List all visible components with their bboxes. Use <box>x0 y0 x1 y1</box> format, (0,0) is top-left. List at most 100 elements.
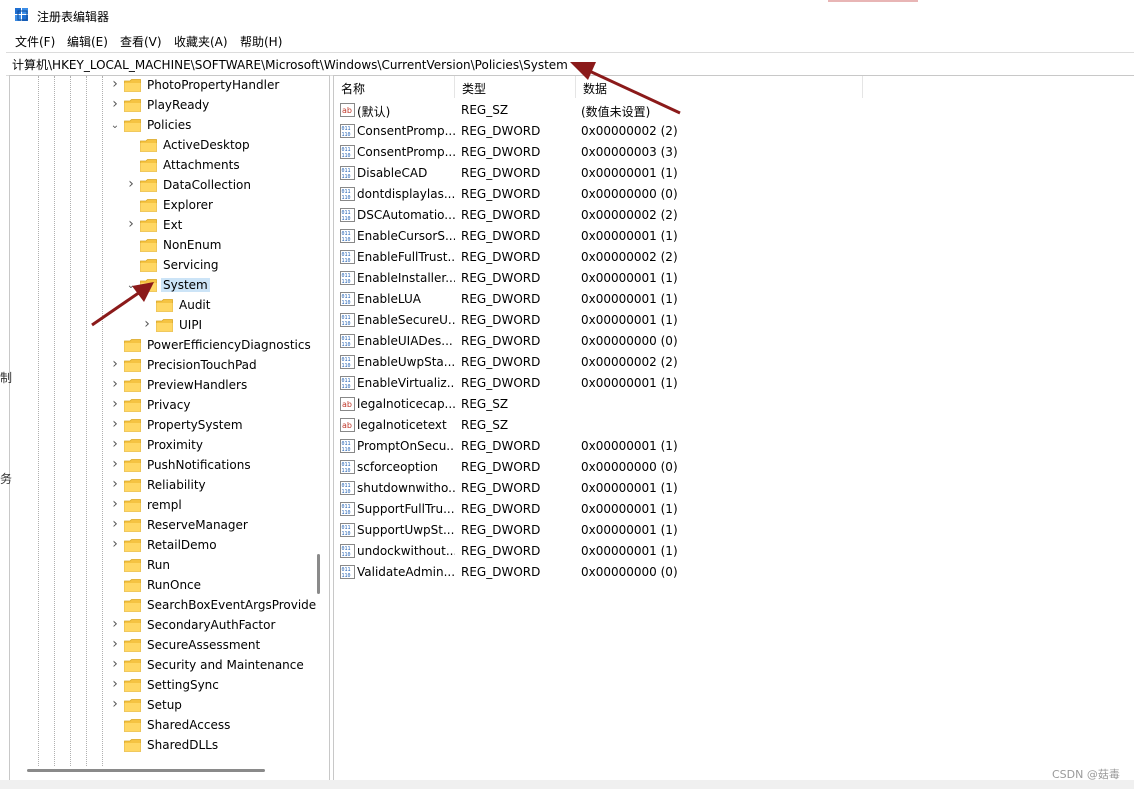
chevron-right-icon[interactable]: › <box>110 537 120 551</box>
chevron-right-icon[interactable]: › <box>142 317 152 331</box>
tree-key[interactable]: PowerEfficiencyDiagnostics <box>110 336 320 356</box>
value-row[interactable]: 011 110 EnableLUA REG_DWORD 0x00000001 (1) <box>334 289 1034 310</box>
chevron-right-icon[interactable]: › <box>110 97 120 111</box>
key-tree-pane[interactable]: › PhotoPropertyHandler › PlayReady ⌄ Policies… <box>9 75 330 782</box>
tree-horizontal-scrollbar[interactable] <box>27 769 265 772</box>
value-data: 0x00000002 (2) <box>581 355 678 369</box>
value-row[interactable]: 011 110 ConsentPromp... REG_DWORD 0x00000003… <box>334 142 1034 163</box>
value-row[interactable]: 011 110 shutdownwitho... REG_DWORD 0x0000000… <box>334 478 1034 499</box>
tree-key[interactable]: › ReserveManager <box>110 516 320 536</box>
chevron-right-icon[interactable]: › <box>126 177 136 191</box>
value-row[interactable]: 011 110 EnableSecureU... REG_DWORD 0x0000000… <box>334 310 1034 331</box>
menu-favorites[interactable]: 收藏夹(A) <box>174 33 228 50</box>
chevron-right-icon[interactable]: › <box>110 637 120 651</box>
chevron-right-icon[interactable]: › <box>126 217 136 231</box>
tree-key[interactable]: › RetailDemo <box>110 536 320 556</box>
tree-key[interactable]: › PlayReady <box>110 96 320 116</box>
value-row[interactable]: 011 110 dontdisplaylas... REG_DWORD 0x000000… <box>334 184 1034 205</box>
tree-key[interactable]: › SecondaryAuthFactor <box>110 616 320 636</box>
column-header-data[interactable]: 数据 <box>576 76 863 98</box>
value-row[interactable]: ab (默认) REG_SZ (数值未设置) <box>334 100 1034 121</box>
chevron-right-icon[interactable]: › <box>110 517 120 531</box>
tree-key[interactable]: NonEnum <box>126 236 320 256</box>
tree-key[interactable]: › Privacy <box>110 396 320 416</box>
tree-key[interactable]: Run <box>110 556 320 576</box>
value-row[interactable]: 011 110 PromptOnSecu... REG_DWORD 0x00000001… <box>334 436 1034 457</box>
value-row[interactable]: 011 110 EnableVirtualiz... REG_DWORD 0x00000… <box>334 373 1034 394</box>
tree-key[interactable]: › rempl <box>110 496 320 516</box>
value-row[interactable]: 011 110 SupportUwpSt... REG_DWORD 0x00000001… <box>334 520 1034 541</box>
tree-key[interactable]: SearchBoxEventArgsProvide <box>110 596 320 616</box>
tree-key[interactable]: SharedDLLs <box>110 736 320 756</box>
chevron-right-icon[interactable]: › <box>110 697 120 711</box>
chevron-right-icon[interactable]: › <box>110 77 120 91</box>
tree-key[interactable]: Servicing <box>126 256 320 276</box>
value-row[interactable]: 011 110 SupportFullTru... REG_DWORD 0x000000… <box>334 499 1034 520</box>
tree-key[interactable]: Attachments <box>126 156 320 176</box>
tree-vertical-scrollbar[interactable] <box>317 554 320 594</box>
tree-key-label: RetailDemo <box>147 538 217 552</box>
value-list-pane[interactable]: 名称 类型 数据 ab (默认) REG_SZ (数值未设置) 011 110 Consen… <box>333 75 1134 781</box>
folder-icon <box>124 379 141 392</box>
registry-editor-app-icon <box>15 8 28 21</box>
chevron-right-icon[interactable]: › <box>110 677 120 691</box>
tree-key[interactable]: › PhotoPropertyHandler <box>110 76 320 96</box>
column-header-name[interactable]: 名称 <box>334 76 455 98</box>
chevron-right-icon[interactable]: › <box>110 437 120 451</box>
value-row[interactable]: 011 110 ValidateAdmin... REG_DWORD 0x0000000… <box>334 562 1034 583</box>
tree-key[interactable]: RunOnce <box>110 576 320 596</box>
address-path[interactable]: 计算机\HKEY_LOCAL_MACHINE\SOFTWARE\Microsof… <box>12 56 568 73</box>
tree-key[interactable]: › PropertySystem <box>110 416 320 436</box>
chevron-right-icon[interactable]: › <box>110 397 120 411</box>
menu-file[interactable]: 文件(F) <box>15 33 55 50</box>
chevron-right-icon[interactable]: › <box>110 357 120 371</box>
chevron-down-icon[interactable]: ⌄ <box>110 120 120 132</box>
chevron-down-icon[interactable]: ⌄ <box>126 280 136 292</box>
value-row[interactable]: 011 110 ConsentPromp... REG_DWORD 0x00000002… <box>334 121 1034 142</box>
chevron-right-icon[interactable]: › <box>110 377 120 391</box>
tree-key[interactable]: › SecureAssessment <box>110 636 320 656</box>
chevron-right-icon[interactable]: › <box>110 617 120 631</box>
tree-key[interactable]: › PushNotifications <box>110 456 320 476</box>
tree-key[interactable]: ActiveDesktop <box>126 136 320 156</box>
tree-key[interactable]: ⌄ Policies <box>110 116 320 136</box>
value-row[interactable]: 011 110 scforceoption REG_DWORD 0x00000000 (… <box>334 457 1034 478</box>
tree-key[interactable]: › Ext <box>126 216 320 236</box>
tree-key[interactable]: › Security and Maintenance <box>110 656 320 676</box>
value-row[interactable]: 011 110 DSCAutomatio... REG_DWORD 0x00000002… <box>334 205 1034 226</box>
folder-icon <box>124 719 141 732</box>
chevron-right-icon[interactable]: › <box>110 417 120 431</box>
tree-key[interactable]: › DataCollection <box>126 176 320 196</box>
chevron-right-icon[interactable]: › <box>110 657 120 671</box>
tree-key[interactable]: Audit <box>142 296 320 316</box>
tree-key[interactable]: › Setup <box>110 696 320 716</box>
menu-view[interactable]: 查看(V) <box>120 33 162 50</box>
tree-key[interactable]: › PrecisionTouchPad <box>110 356 320 376</box>
value-row[interactable]: 011 110 EnableUwpSta... REG_DWORD 0x00000002… <box>334 352 1034 373</box>
value-name: ConsentPromp... <box>357 145 455 159</box>
tree-key[interactable]: › Proximity <box>110 436 320 456</box>
address-bar[interactable]: 计算机\HKEY_LOCAL_MACHINE\SOFTWARE\Microsof… <box>6 52 1134 76</box>
value-row[interactable]: 011 110 EnableUIADes... REG_DWORD 0x00000000… <box>334 331 1034 352</box>
chevron-right-icon[interactable]: › <box>110 477 120 491</box>
chevron-right-icon[interactable]: › <box>110 457 120 471</box>
tree-key[interactable]: › SettingSync <box>110 676 320 696</box>
value-row[interactable]: 011 110 DisableCAD REG_DWORD 0x00000001 (1) <box>334 163 1034 184</box>
value-type: REG_DWORD <box>461 439 541 453</box>
menu-edit[interactable]: 编辑(E) <box>67 33 108 50</box>
tree-key[interactable]: › Reliability <box>110 476 320 496</box>
menu-help[interactable]: 帮助(H) <box>240 33 282 50</box>
value-row[interactable]: 011 110 EnableInstaller... REG_DWORD 0x00000… <box>334 268 1034 289</box>
tree-key[interactable]: ⌄ System <box>126 276 320 296</box>
tree-key[interactable]: › PreviewHandlers <box>110 376 320 396</box>
column-header-type[interactable]: 类型 <box>455 76 576 98</box>
value-row[interactable]: 011 110 EnableCursorS... REG_DWORD 0x0000000… <box>334 226 1034 247</box>
value-row[interactable]: ab legalnoticecap... REG_SZ <box>334 394 1034 415</box>
value-row[interactable]: 011 110 EnableFullTrust... REG_DWORD 0x00000… <box>334 247 1034 268</box>
chevron-right-icon[interactable]: › <box>110 497 120 511</box>
value-row[interactable]: ab legalnoticetext REG_SZ <box>334 415 1034 436</box>
tree-key[interactable]: Explorer <box>126 196 320 216</box>
value-row[interactable]: 011 110 undockwithout... REG_DWORD 0x0000000… <box>334 541 1034 562</box>
tree-key[interactable]: › UIPI <box>142 316 320 336</box>
tree-key[interactable]: SharedAccess <box>110 716 320 736</box>
